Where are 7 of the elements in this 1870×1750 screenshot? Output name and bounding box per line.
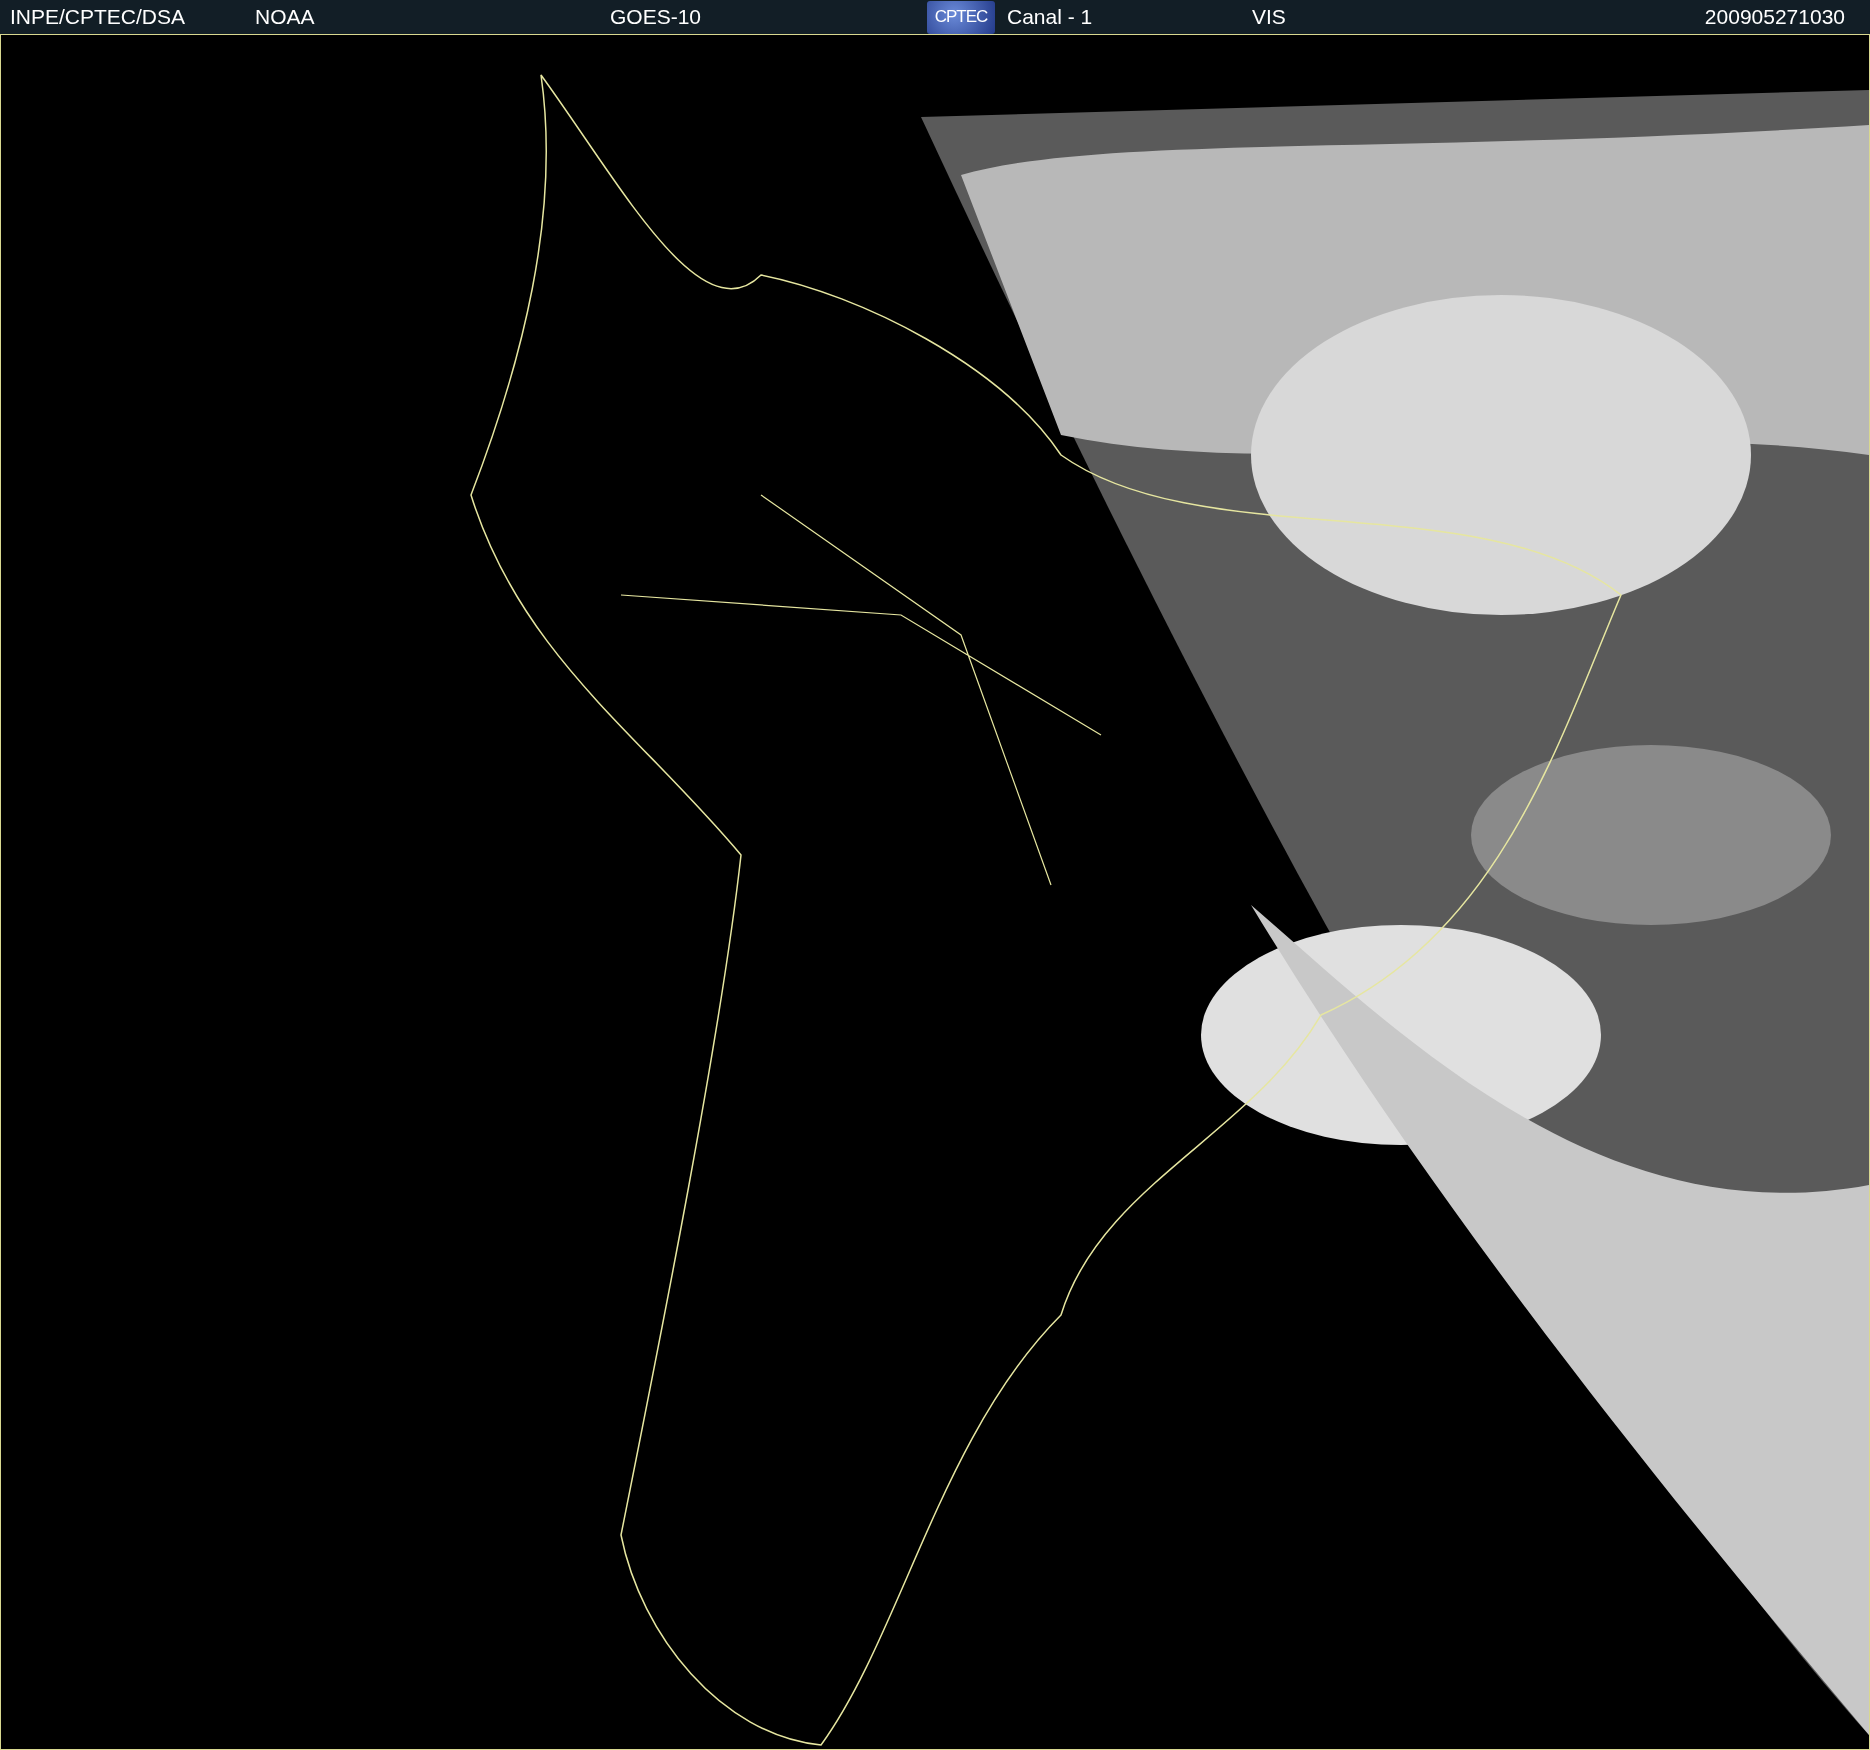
agency-label: NOAA: [255, 5, 316, 29]
channel-label: Canal - 1: [1007, 5, 1094, 29]
satellite-label: GOES-10: [610, 5, 703, 29]
source-label: INPE/CPTEC/DSA: [10, 5, 187, 29]
timestamp-label: 200905271030: [1704, 5, 1846, 29]
logo: CPTEC: [927, 0, 995, 34]
band-label: VIS: [1252, 5, 1287, 29]
